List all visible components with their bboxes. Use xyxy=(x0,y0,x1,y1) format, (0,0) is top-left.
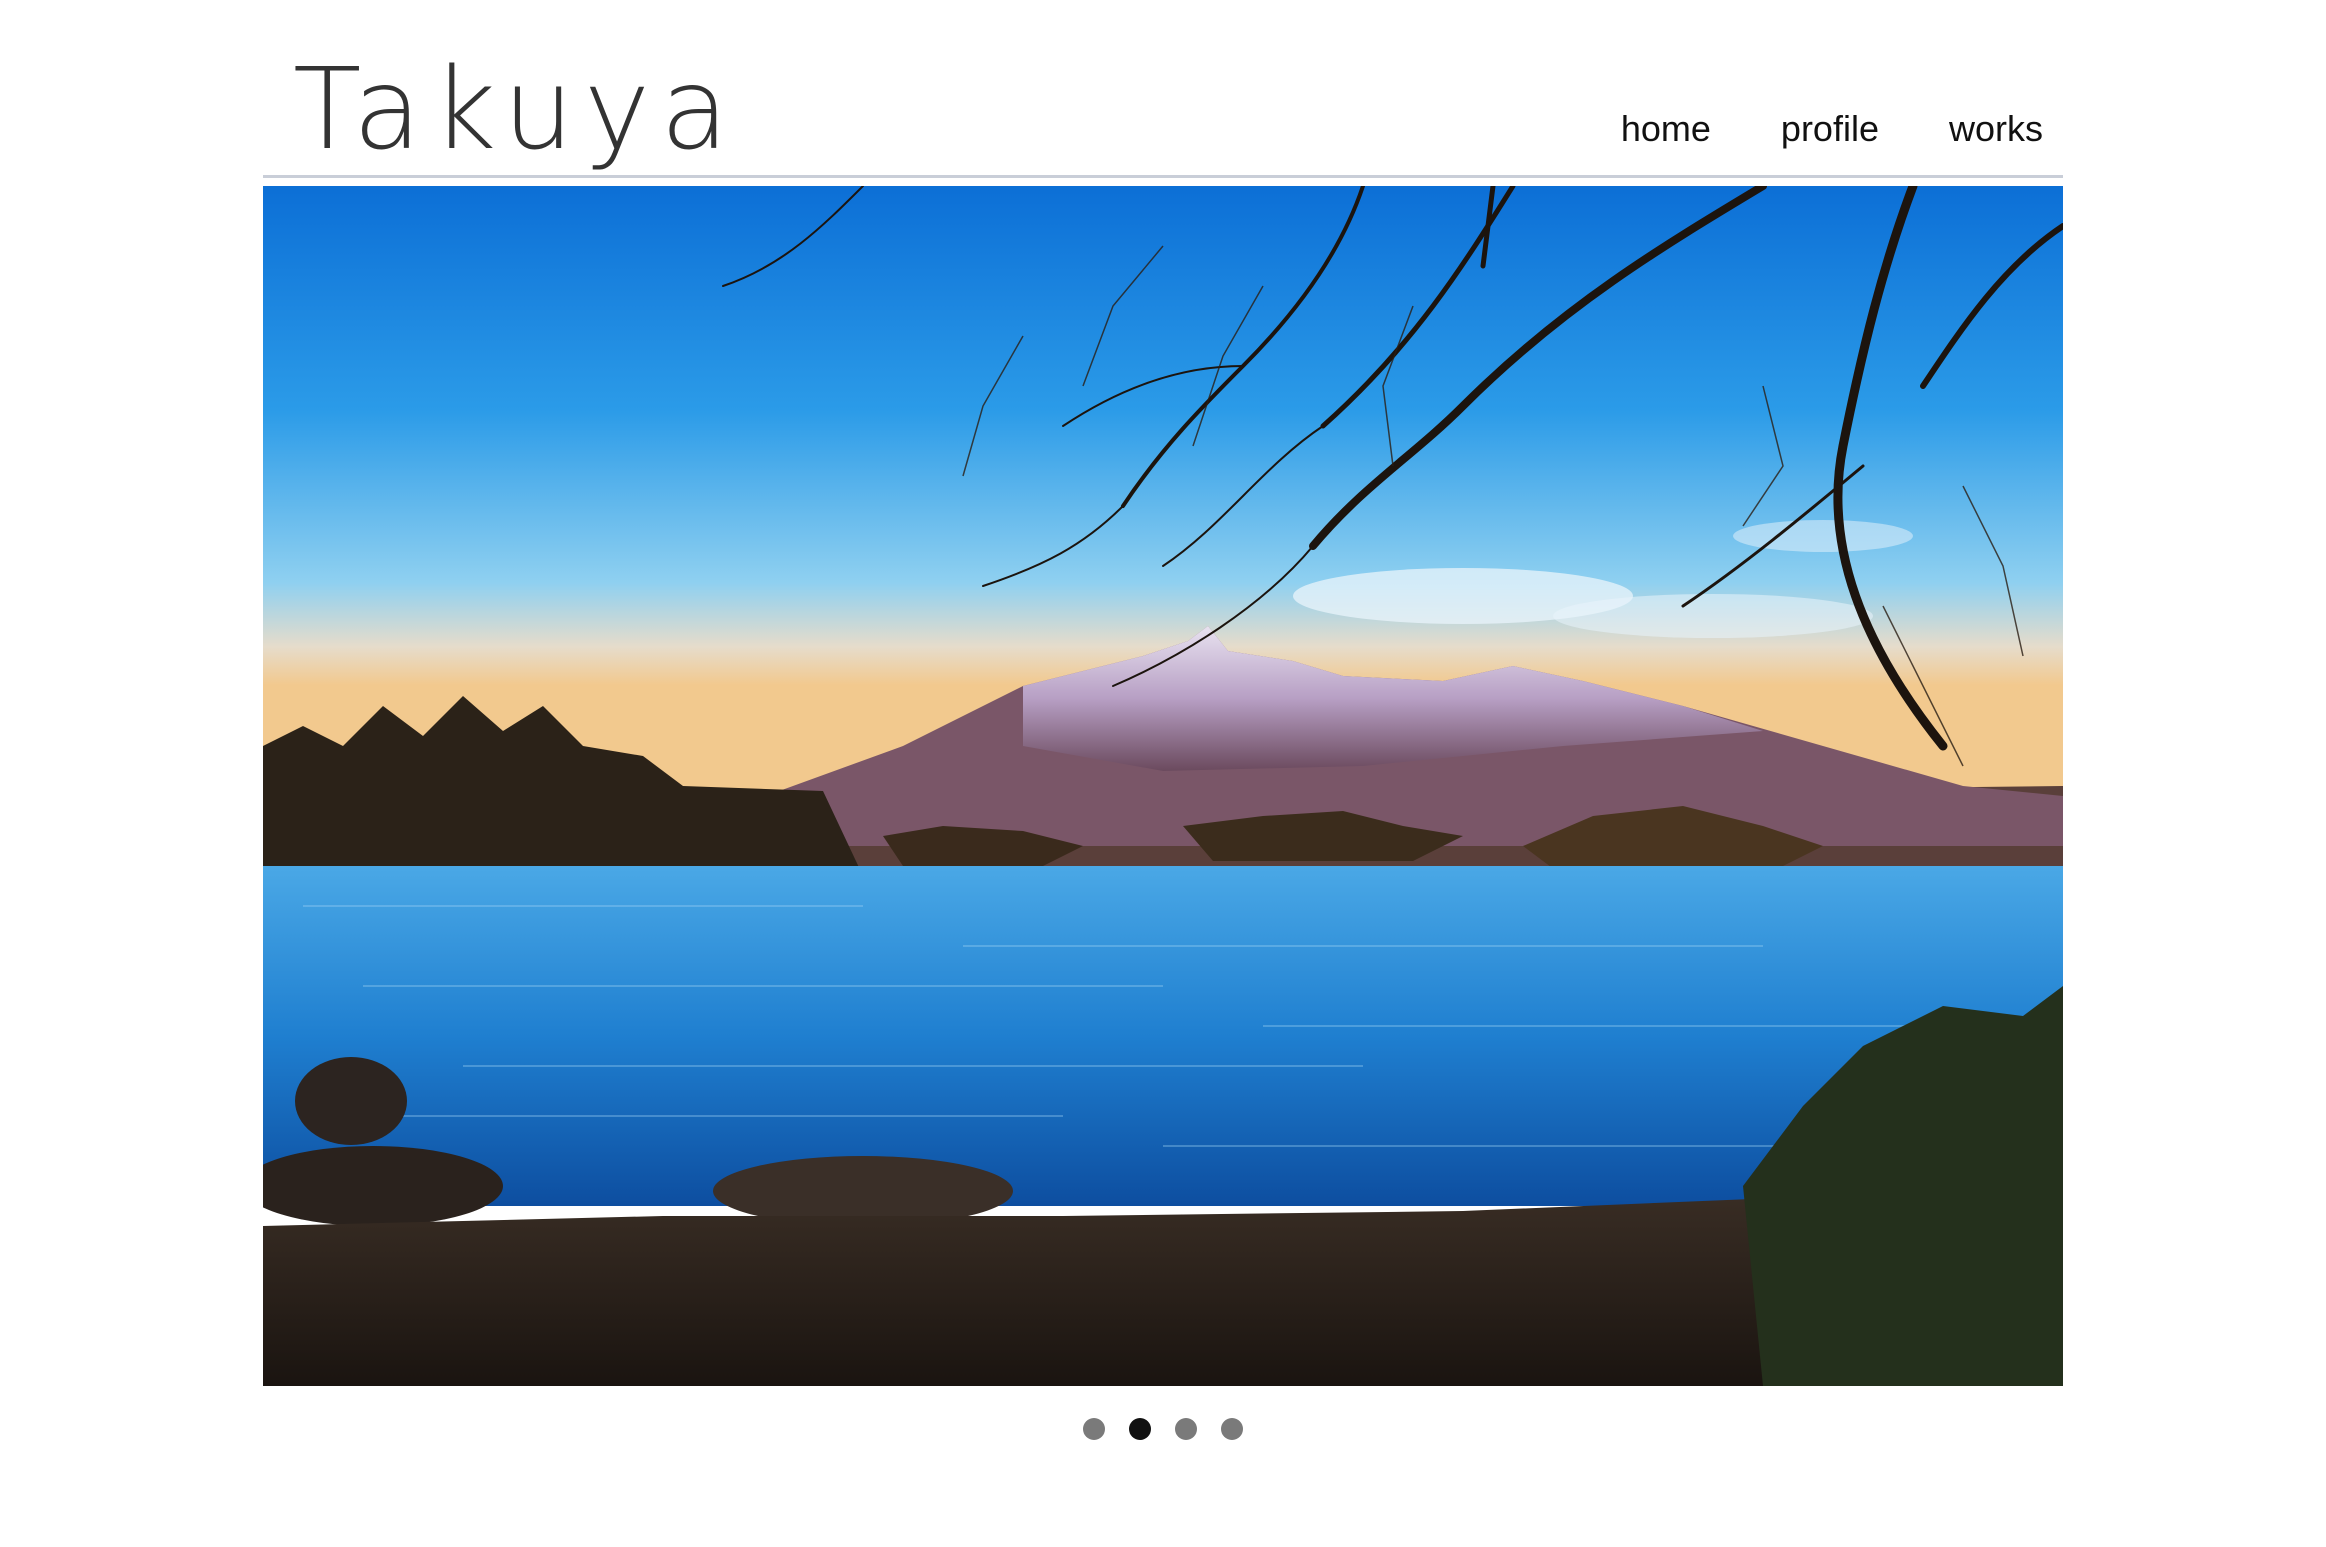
slider-dot-2[interactable] xyxy=(1129,1418,1151,1440)
slider-dot-4[interactable] xyxy=(1221,1418,1243,1440)
page: Takuya home profile works xyxy=(0,0,2326,1547)
main-nav: home profile works xyxy=(1621,108,2043,150)
hero-slide-image xyxy=(263,186,2063,1386)
landscape-photo xyxy=(263,186,2063,1386)
header-divider xyxy=(263,175,2063,178)
slider-dot-3[interactable] xyxy=(1175,1418,1197,1440)
nav-item-works[interactable]: works xyxy=(1949,108,2043,150)
slider-pagination xyxy=(0,1418,2326,1440)
site-header: Takuya home profile works xyxy=(263,40,2063,180)
site-logo[interactable]: Takuya xyxy=(293,40,739,180)
slider-dot-1[interactable] xyxy=(1083,1418,1105,1440)
nav-item-home[interactable]: home xyxy=(1621,108,1711,150)
nav-item-profile[interactable]: profile xyxy=(1781,108,1879,150)
